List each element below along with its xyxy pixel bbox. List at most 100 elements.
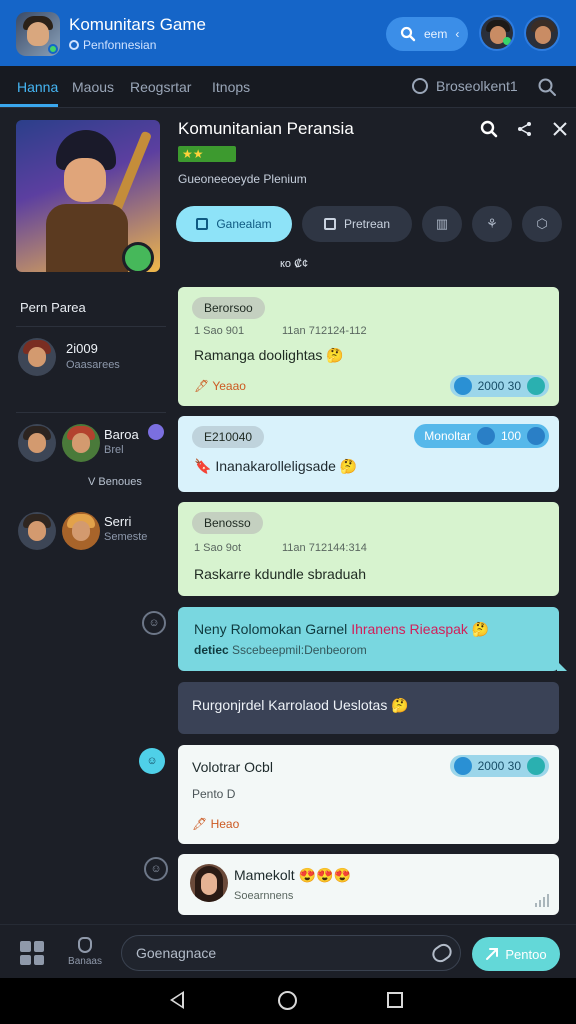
message-card[interactable]: Mamekolt 😍😍😍 Soearnnens [178, 854, 559, 915]
divider [16, 412, 166, 413]
composer-bar: Banaas Pentoo [0, 924, 576, 978]
join-button[interactable]: Ganealam [176, 206, 292, 242]
home-icon[interactable] [278, 991, 297, 1010]
emoji-icon[interactable]: ☺ [144, 857, 168, 881]
member-subtitle: Semeste [104, 531, 148, 543]
message-subtitle: Pento D [192, 787, 236, 801]
close-icon[interactable] [552, 121, 568, 137]
attachment-link[interactable]: 🖋 Yeaao [194, 379, 246, 393]
settings-button[interactable]: ⬡ [522, 206, 562, 242]
message-text-main: Neny Rolomokan Garnel [194, 621, 348, 637]
message-date: 1 Sao 9ot [194, 542, 242, 554]
user-avatar-2[interactable] [524, 15, 560, 51]
system-navigation-bar [0, 978, 576, 1024]
moderator-count: 100 [500, 429, 521, 443]
active-tab-indicator [0, 104, 58, 107]
search-icon[interactable] [480, 120, 498, 138]
chevron-left-icon: ‹ [455, 27, 460, 41]
message-time: 11an 712124-112 [282, 325, 367, 337]
app-subtitle: Penfonnesian [69, 38, 156, 52]
member-subtitle: Brel [104, 444, 124, 456]
member-name[interactable]: Serri [104, 514, 131, 529]
tab-bar: Hanna Maous Reogsrtar Itnops Broseolkent… [0, 66, 576, 108]
divider [16, 326, 166, 327]
verified-icon [148, 424, 164, 440]
message-subtext: detiec Sscebeepmil:Denbeorom [194, 643, 367, 657]
message-text: Raskarre kdundle sbraduah [194, 566, 366, 582]
message-mention[interactable]: Ihranens Rieaspak [351, 621, 468, 637]
shield-button[interactable]: Banaas [66, 937, 104, 967]
message-card[interactable]: Neny Rolomokan Garnel Ihranens Rieaspak … [178, 607, 567, 671]
message-card[interactable]: E210040 Monoltar 100 🔖 Inanakarolleligsa… [178, 416, 559, 492]
tab-itnops[interactable]: Itnops [212, 79, 250, 95]
members-section-title: Pern Parea [20, 300, 86, 315]
preview-button-label: Pretrean [343, 217, 391, 231]
tab-reogsrtar[interactable]: Reogsrtar [130, 79, 191, 95]
verified-badge-icon [122, 242, 154, 272]
member-name[interactable]: 2i009 [66, 341, 98, 356]
emoji-glyph: ☺ [148, 617, 160, 629]
share-icon[interactable] [516, 120, 534, 138]
member-avatar[interactable] [18, 512, 56, 550]
emoji-icon[interactable]: ☺ [142, 611, 166, 635]
tab-maous[interactable]: Maous [72, 79, 114, 95]
message-time: 11an 712144:314 [282, 542, 367, 554]
member-avatar[interactable] [18, 338, 56, 376]
window-icon [323, 218, 336, 230]
chevron-down-icon [527, 377, 545, 395]
search-button-label: eem [424, 27, 448, 41]
reaction-counter[interactable]: 2000 30 [449, 755, 549, 777]
message-card[interactable]: Benosso 1 Sao 9ot 11an 712144:314 Raskar… [178, 502, 559, 596]
send-button-label: Pentoo [505, 946, 547, 962]
moderator-label: Monoltar [424, 429, 471, 443]
member-avatar[interactable] [62, 424, 100, 462]
message-text: 🔖 Inanakarolleligsade 🤔 [194, 458, 358, 474]
message-emoji: 🤔 [471, 621, 490, 637]
recent-apps-icon[interactable] [387, 992, 403, 1008]
members-button[interactable]: ⚘ [472, 206, 512, 242]
preview-button[interactable]: Pretrean [302, 206, 412, 242]
message-card[interactable]: Berorsoo 1 Sao 901 11an 712124-112 Raman… [178, 287, 559, 406]
member-avatar[interactable] [18, 424, 56, 462]
group-label: V Benoues [88, 476, 142, 488]
member-name[interactable]: Baroa [104, 427, 139, 442]
sender-emojis: 😍😍😍 [298, 867, 351, 883]
message-title: Volotrar Ocbl [192, 759, 273, 775]
app-title: Komunitars Game [69, 15, 206, 34]
reaction-icon[interactable]: ☺ [139, 748, 165, 774]
apps-grid-icon[interactable] [20, 941, 44, 965]
message-subtext-bold: detiec [194, 643, 229, 657]
sender-name-text: Mamekolt [234, 867, 295, 883]
user-avatar-1[interactable] [479, 15, 515, 51]
back-icon[interactable] [170, 991, 184, 1009]
search-icon[interactable] [537, 77, 557, 97]
game-description: Gueoneeoeyde Plenium [178, 172, 307, 186]
message-card[interactable]: Rurgonjrdel Karrolaod Ueslotas 🤔 [178, 682, 559, 734]
app-subtitle-text: Penfonnesian [83, 38, 157, 52]
add-icon [527, 427, 545, 445]
moderator-tag[interactable]: Monoltar 100 [414, 424, 549, 448]
chat-icon [196, 218, 209, 230]
search-button[interactable]: eem ‹ [386, 17, 468, 51]
browse-button[interactable]: Broseolkent1 [412, 78, 518, 94]
chevron-down-icon [527, 757, 545, 775]
send-button[interactable]: Pentoo [472, 937, 560, 971]
sender-avatar[interactable] [190, 864, 228, 902]
shield-label: Banaas [68, 956, 102, 967]
reaction-counter[interactable]: 2000 30 [449, 375, 549, 397]
emoji-glyph: ☺ [146, 755, 158, 767]
send-icon [486, 948, 499, 960]
member-avatar[interactable] [62, 512, 100, 550]
grid-view-icon: ▥ [435, 216, 449, 231]
reaction-count: 2000 30 [477, 379, 521, 393]
bubble-tail [557, 661, 567, 671]
top-app-bar: Komunitars Game Penfonnesian eem ‹ [0, 0, 576, 66]
attachment-link[interactable]: 🖋 Heao [192, 817, 239, 831]
message-card[interactable]: Volotrar Ocbl Pento D 🖋 Heao 2000 30 [178, 745, 559, 844]
game-cover-image[interactable] [16, 120, 160, 272]
sender-name: Mamekolt 😍😍😍 [234, 867, 351, 884]
tab-hanna[interactable]: Hanna [17, 79, 58, 95]
community-avatar[interactable] [16, 12, 60, 56]
grid-view-button[interactable]: ▥ [422, 206, 462, 242]
message-input[interactable] [121, 935, 461, 971]
